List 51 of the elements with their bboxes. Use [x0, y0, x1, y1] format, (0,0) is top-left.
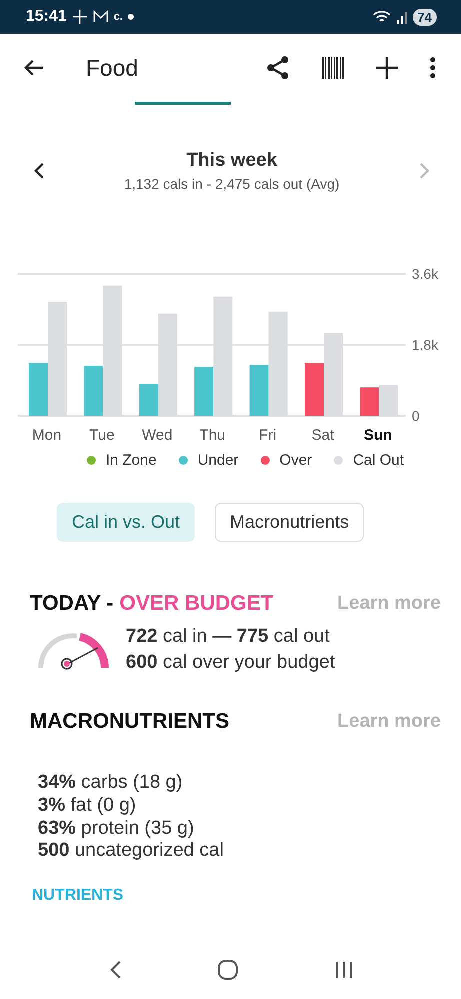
legend-dot [260, 456, 270, 465]
sparkle-icon [72, 9, 88, 25]
day-label: Mon [32, 427, 62, 444]
battery-indicator: 74 [412, 8, 437, 26]
nutrients-link[interactable]: NUTRIENTS [32, 887, 124, 906]
learn-more-link[interactable]: Learn more [338, 593, 441, 615]
day-label: Tue [90, 427, 115, 444]
learn-more-link[interactable]: Learn more [338, 711, 441, 733]
view-toggle-button[interactable]: Cal in vs. Out [57, 503, 196, 542]
calorie-summary: 600 cal over your budget [126, 652, 336, 674]
legend-label: In Zone [106, 452, 157, 469]
day-label: Sat [312, 427, 334, 444]
day-label: Wed [142, 427, 173, 444]
day-label: Sun [364, 427, 392, 444]
view-toggle-button[interactable]: Macronutrients [215, 503, 364, 542]
more-icon[interactable] [429, 57, 437, 79]
legend-dot [178, 456, 188, 465]
axis-label: 3.6k [412, 266, 438, 282]
axis-label: 0 [412, 408, 420, 424]
wifi-icon [372, 10, 391, 24]
macro-line: 3% fat (0 g) [38, 794, 138, 818]
signal-icon [396, 10, 408, 24]
previous-icon[interactable] [33, 162, 45, 180]
day-label: Thu [200, 427, 226, 444]
mail-icon [92, 10, 109, 24]
home-icon[interactable] [216, 959, 238, 981]
week-title: This week [186, 150, 278, 172]
share-icon[interactable] [265, 55, 291, 81]
add-icon[interactable] [375, 56, 399, 80]
legend-label: Cal Out [353, 452, 404, 469]
section-title: TODAY - [30, 592, 114, 616]
bar [360, 388, 380, 416]
axis-label: 1.8k [412, 337, 438, 353]
legend-dot [86, 456, 96, 465]
day-label: Fri [259, 427, 277, 444]
week-summary: 1,132 cals in - 2,475 cals out (Avg) [124, 176, 340, 192]
status-time: 15:41 [26, 8, 67, 26]
legend-dot [334, 456, 344, 465]
barcode-icon[interactable] [321, 57, 345, 79]
recents-icon[interactable] [334, 961, 354, 979]
legend-label: Over [280, 452, 312, 469]
page-title: Food [86, 54, 138, 82]
budget-status: OVER BUDGET [120, 592, 274, 616]
macro-line: 34% carbs (18 g) [38, 772, 184, 795]
legend-label: Under [198, 452, 239, 469]
section-title: MACRONUTRIENTS [30, 710, 230, 734]
macro-line: 63% protein (35 g) [38, 818, 196, 840]
dot-icon [128, 14, 134, 20]
status-text: c. [114, 11, 124, 23]
macro-line: 500 uncategorized cal [38, 840, 225, 864]
calorie-summary: 722 cal in — 775 cal out [126, 626, 331, 648]
